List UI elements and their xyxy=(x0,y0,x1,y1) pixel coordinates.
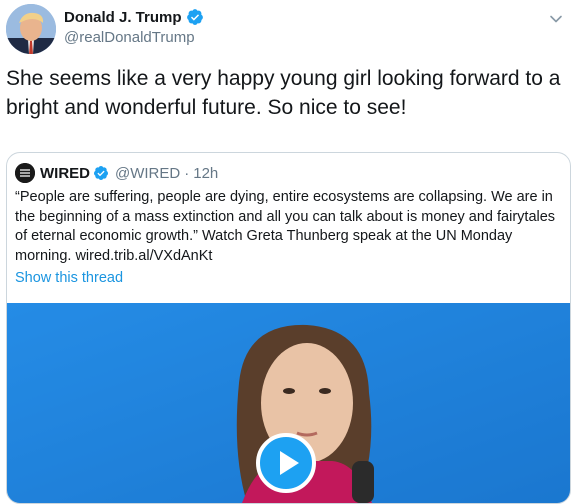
author-handle[interactable]: @realDonaldTrump xyxy=(64,29,204,46)
author-display-name[interactable]: Donald J. Trump xyxy=(64,9,182,26)
separator-dot: · xyxy=(184,164,190,182)
video-media[interactable] xyxy=(7,303,570,503)
quoted-tweet[interactable]: WIRED @WIRED · 12h “People are suffering… xyxy=(6,152,571,504)
quoted-tweet-text: “People are suffering, people are dying,… xyxy=(15,189,556,264)
wired-logo-icon xyxy=(15,163,35,183)
tweet-header: Donald J. Trump @realDonaldTrump xyxy=(6,4,569,60)
quoted-timestamp[interactable]: 12h xyxy=(193,165,218,182)
quoted-author-name[interactable]: WIRED xyxy=(40,165,90,182)
tweet-text: She seems like a very happy young girl l… xyxy=(6,67,561,119)
author-display-name-row: Donald J. Trump xyxy=(64,8,204,26)
show-thread-link[interactable]: Show this thread xyxy=(15,270,123,286)
avatar[interactable] xyxy=(6,4,56,54)
play-icon[interactable] xyxy=(256,433,316,493)
quoted-tweet-header: WIRED @WIRED · 12h xyxy=(15,163,218,183)
verified-badge-icon xyxy=(93,165,109,181)
verified-badge-icon xyxy=(186,8,204,26)
quoted-author-handle[interactable]: @WIRED xyxy=(115,165,180,182)
chevron-down-icon[interactable] xyxy=(549,12,563,26)
